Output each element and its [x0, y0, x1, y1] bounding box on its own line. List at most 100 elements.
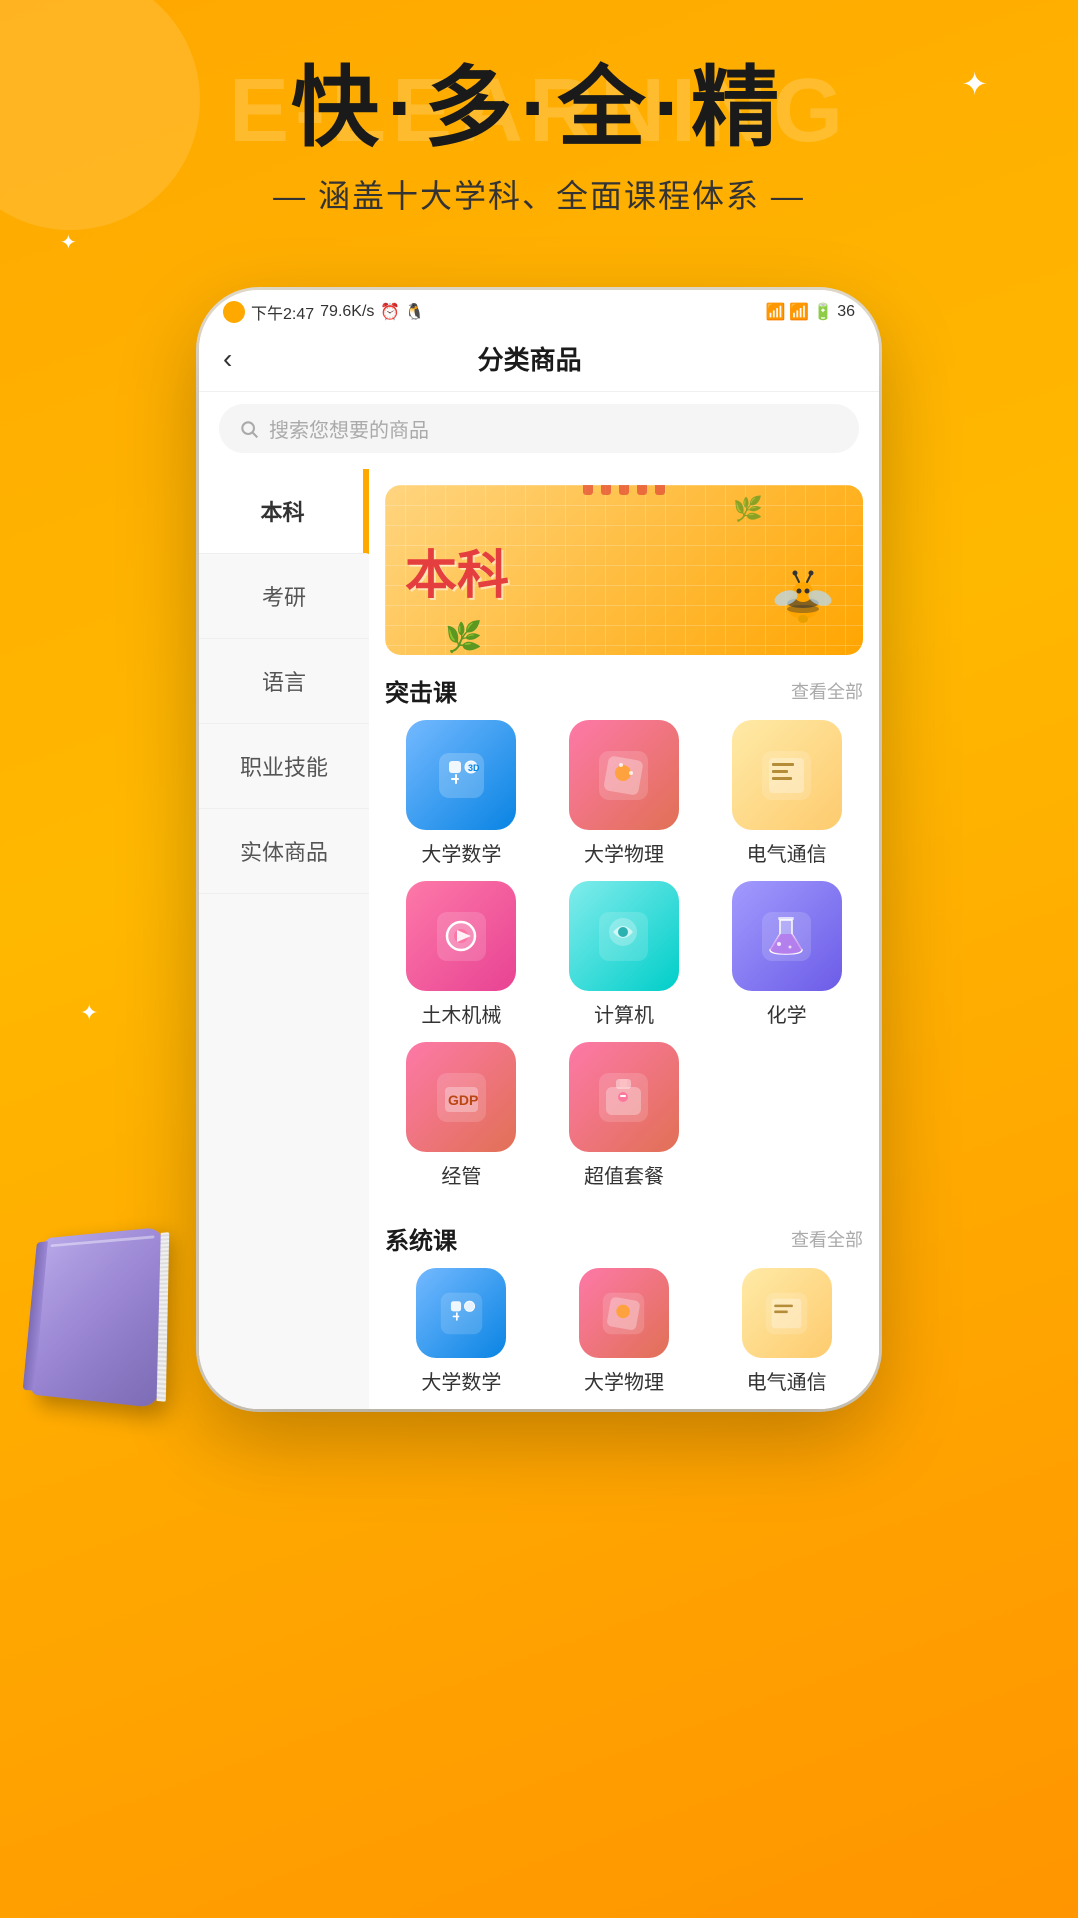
sidebar-item-physical-label: 实体商品 — [240, 840, 328, 865]
svg-text:3D: 3D — [468, 763, 480, 773]
course-label-math: 大学数学 — [421, 838, 501, 867]
course-label-civil: 土木机械 — [421, 999, 501, 1028]
content-area: 本科 考研 语言 职业技能 实体商品 — [199, 469, 879, 1409]
sidebar-item-language-label: 语言 — [262, 670, 306, 695]
signal-icon: 📶 — [765, 302, 785, 322]
electric-icon-svg — [754, 743, 819, 808]
course-item-math[interactable]: 3D 大学数学 — [385, 720, 538, 867]
deco-dot-3 — [619, 485, 629, 495]
course-item-electric[interactable]: 电气通信 — [710, 720, 863, 867]
banner-bee — [768, 566, 833, 645]
sidebar: 本科 考研 语言 职业技能 实体商品 — [199, 469, 369, 1409]
deco-dot-2 — [601, 485, 611, 495]
banner-deco-top — [385, 485, 863, 495]
sidebar-item-postgrad[interactable]: 考研 — [199, 554, 369, 639]
section-title-system: 系统课 — [385, 1221, 457, 1256]
banner-leaves-left: 🌿 — [445, 620, 482, 655]
course-item-manage[interactable]: GDP 经管 — [385, 1042, 538, 1189]
status-right: 📶 📶 🔋 36 — [765, 302, 855, 322]
bee-icon — [768, 566, 833, 631]
wifi-icon: 📶 — [789, 302, 809, 322]
right-content: 🌿 本科 🌿 — [369, 469, 879, 1409]
course-item-civil[interactable]: 土木机械 — [385, 881, 538, 1028]
bottom-math-icon-svg — [434, 1286, 489, 1341]
manage-icon-svg: GDP — [429, 1065, 494, 1130]
sidebar-item-vocational-label: 职业技能 — [240, 755, 328, 780]
sidebar-item-physical[interactable]: 实体商品 — [199, 809, 369, 894]
bottom-course-label-math: 大学数学 — [421, 1366, 501, 1395]
search-bar[interactable]: 搜索您想要的商品 — [219, 404, 859, 453]
course-item-chemistry[interactable]: 化学 — [710, 881, 863, 1028]
bottom-course-label-electric: 电气通信 — [747, 1366, 827, 1395]
status-speed: 79.6K/s — [320, 303, 374, 321]
battery-icon: 🔋 — [813, 302, 833, 322]
bottom-course-icon-physics — [579, 1268, 669, 1358]
course-label-manage: 经管 — [441, 1160, 481, 1189]
bottom-course-item-math[interactable]: 大学数学 — [385, 1268, 538, 1395]
bottom-courses-row: 大学数学 大学物理 — [369, 1264, 879, 1409]
course-icon-package — [569, 1042, 679, 1152]
hero-subtitle: — 涵盖十大学科、全面课程体系 — — [0, 171, 1078, 217]
phone-mockup: 下午2:47 79.6K/s ⏰ 🐧 📶 📶 🔋 36 ‹ 分类商品 — [199, 290, 879, 1409]
bottom-physics-icon-svg — [596, 1286, 651, 1341]
banner-title: 本科 — [405, 533, 509, 608]
sidebar-item-vocational[interactable]: 职业技能 — [199, 724, 369, 809]
book-pages — [157, 1232, 170, 1402]
svg-text:GDP: GDP — [448, 1092, 478, 1108]
bottom-course-item-physics[interactable]: 大学物理 — [548, 1268, 701, 1395]
nav-title: 分类商品 — [232, 340, 827, 377]
search-bar-container: 搜索您想要的商品 — [199, 392, 879, 469]
computer-icon-svg — [591, 904, 656, 969]
section-link-intensive[interactable]: 查看全部 — [791, 678, 863, 704]
physics-icon-svg — [591, 743, 656, 808]
status-dot — [223, 301, 245, 323]
sidebar-item-postgrad-label: 考研 — [262, 585, 306, 610]
section-link-system[interactable]: 查看全部 — [791, 1226, 863, 1252]
banner: 🌿 本科 🌿 — [385, 485, 863, 655]
course-label-chemistry: 化学 — [767, 999, 807, 1028]
nav-bar: ‹ 分类商品 — [199, 330, 879, 392]
bottom-course-icon-electric — [742, 1268, 832, 1358]
section-header-intensive: 突击课 查看全部 — [369, 655, 879, 716]
package-icon-svg — [591, 1065, 656, 1130]
battery-text: 36 — [837, 303, 855, 321]
hero-title: 快·多·全·精 — [0, 60, 1078, 157]
deco-dot-4 — [637, 485, 647, 495]
course-icon-civil — [406, 881, 516, 991]
course-item-physics[interactable]: 大学物理 — [548, 720, 701, 867]
course-item-computer[interactable]: 计算机 — [548, 881, 701, 1028]
bottom-course-item-electric[interactable]: 电气通信 — [710, 1268, 863, 1395]
status-bar: 下午2:47 79.6K/s ⏰ 🐧 📶 📶 🔋 36 — [199, 290, 879, 330]
bottom-electric-icon-svg — [759, 1286, 814, 1341]
course-label-computer: 计算机 — [594, 999, 654, 1028]
section-header-system: 系统课 查看全部 — [369, 1203, 879, 1264]
sidebar-item-bachelor-label: 本科 — [260, 500, 304, 525]
course-grid-intensive: 3D 大学数学 — [369, 716, 879, 1203]
deco-dot-5 — [655, 485, 665, 495]
course-label-electric: 电气通信 — [747, 838, 827, 867]
sidebar-item-language[interactable]: 语言 — [199, 639, 369, 724]
book-decoration — [30, 1228, 190, 1428]
deco-dot-1 — [583, 485, 593, 495]
star-decoration-3: ✦ — [80, 1000, 98, 1026]
phone-inner: 下午2:47 79.6K/s ⏰ 🐧 📶 📶 🔋 36 ‹ 分类商品 — [199, 290, 879, 1409]
chemistry-icon-svg — [754, 904, 819, 969]
course-label-physics: 大学物理 — [584, 838, 664, 867]
sidebar-item-bachelor[interactable]: 本科 — [199, 469, 369, 554]
search-placeholder: 搜索您想要的商品 — [269, 414, 429, 443]
course-icon-computer — [569, 881, 679, 991]
back-button[interactable]: ‹ — [223, 343, 232, 375]
phone-frame: 下午2:47 79.6K/s ⏰ 🐧 📶 📶 🔋 36 ‹ 分类商品 — [199, 290, 879, 1409]
status-time: 下午2:47 — [251, 300, 314, 324]
status-left: 下午2:47 79.6K/s ⏰ 🐧 — [223, 300, 425, 324]
course-item-package[interactable]: 超值套餐 — [548, 1042, 701, 1189]
bottom-course-icon-math — [416, 1268, 506, 1358]
section-title-intensive: 突击课 — [385, 673, 457, 708]
book-3d-cover — [31, 1227, 163, 1408]
banner-leaves-right: 🌿 — [733, 495, 763, 524]
bottom-course-label-physics: 大学物理 — [584, 1366, 664, 1395]
math-icon-svg: 3D — [429, 743, 494, 808]
course-icon-math: 3D — [406, 720, 516, 830]
status-icons: ⏰ 🐧 — [380, 302, 424, 322]
star-decoration-2: ✦ — [60, 230, 77, 255]
